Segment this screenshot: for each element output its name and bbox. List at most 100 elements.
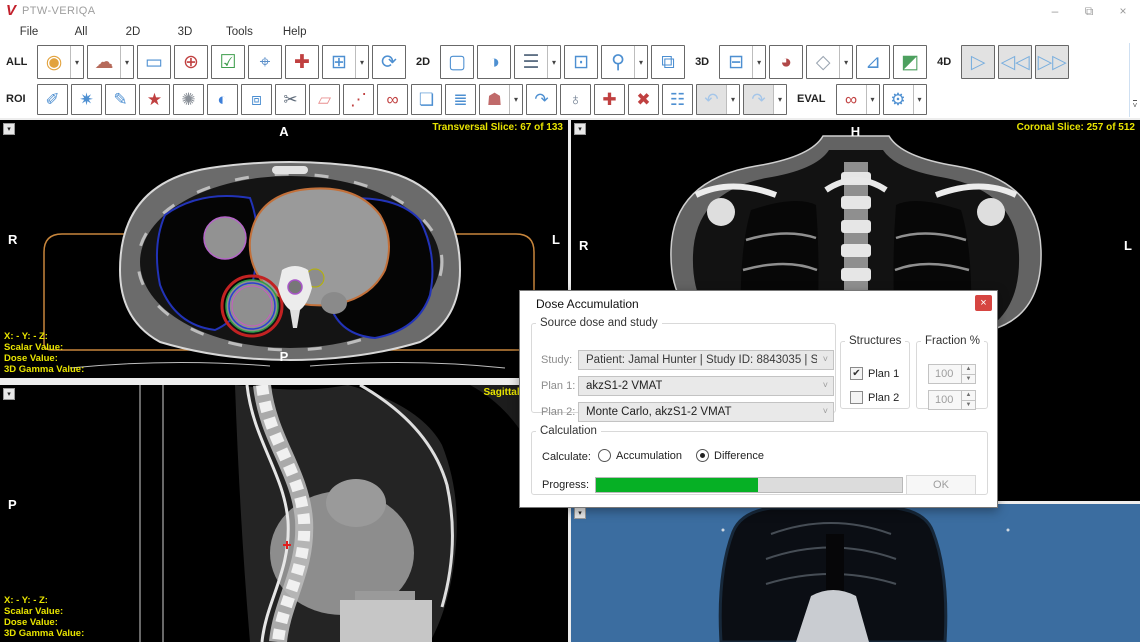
margin-expand-button[interactable]: ⧈ — [241, 84, 272, 115]
checkbox-icon[interactable]: ✔ — [850, 367, 863, 380]
dialog-title-bar[interactable]: Dose Accumulation × — [520, 291, 997, 315]
menu-help[interactable]: Help — [283, 26, 307, 38]
spin-up-icon[interactable]: ▲ — [962, 365, 975, 375]
machine-qa-button[interactable]: ⊕ — [174, 45, 208, 79]
radio-accumulation[interactable]: Accumulation — [598, 449, 682, 462]
chevron-down-icon[interactable]: ▾ — [547, 46, 560, 78]
calculate-label: Calculate: — [542, 451, 591, 463]
eval-settings-button[interactable]: ⚙▾ — [883, 84, 927, 115]
ok-button[interactable]: OK — [906, 475, 976, 495]
copy-contour-button[interactable]: ❏ — [411, 84, 442, 115]
chevron-down-icon[interactable]: ▾ — [752, 46, 765, 78]
compare-view-button[interactable]: ⊡ — [564, 45, 598, 79]
radio-icon[interactable] — [598, 449, 611, 462]
auto-segment-button[interactable]: ☗▾ — [479, 84, 523, 115]
zoom-magnifier-button[interactable]: ⚲▾ — [601, 45, 648, 79]
restore-icon[interactable]: ⧉ — [1072, 0, 1106, 22]
pixel-info-block: X: - Y: - Z:Scalar Value:Dose Value:3D G… — [4, 595, 84, 639]
chain-link-button[interactable]: ∞ — [377, 84, 408, 115]
chevron-down-icon[interactable]: ▾ — [509, 85, 522, 114]
step-forward-4d-button[interactable]: ▷▷ — [1035, 45, 1069, 79]
redo-button[interactable]: ↷▾ — [743, 84, 787, 115]
cut-contour-button[interactable]: ✂ — [275, 84, 306, 115]
interpolate-slices-button[interactable]: ≣ — [445, 84, 476, 115]
smart-brush-button[interactable]: ✷ — [71, 84, 102, 115]
study-value: Patient: Jamal Hunter | Study ID: 884303… — [586, 354, 817, 366]
delete-structure-button[interactable]: ✖ — [628, 84, 659, 115]
eraser-button[interactable]: ▱ — [309, 84, 340, 115]
polyline-nodes-button[interactable]: ⋰ — [343, 84, 374, 115]
play-4d-button[interactable]: ▷ — [961, 45, 995, 79]
chevron-down-icon[interactable]: ▾ — [634, 46, 647, 78]
layout-grid-button[interactable]: ⊞▾ — [322, 45, 369, 79]
ruler-button[interactable]: ▭ — [137, 45, 171, 79]
report-pages-button[interactable]: ⧉ — [651, 45, 685, 79]
add-marker-button[interactable]: ✚ — [285, 45, 319, 79]
interpolate-slices-icon: ≣ — [446, 85, 475, 114]
structures-plan2-checkbox-row[interactable]: ✔ Plan 2 — [850, 391, 899, 404]
crop-rect-button[interactable]: ▢ — [440, 45, 474, 79]
chevron-down-icon[interactable]: ▾ — [773, 85, 786, 114]
viewport-menu-button[interactable]: ▾ — [574, 507, 586, 519]
chevron-down-icon[interactable]: ▾ — [866, 85, 879, 114]
spin-down-icon[interactable]: ▼ — [962, 401, 975, 410]
menu-3d[interactable]: 3D — [174, 26, 196, 38]
radio-icon[interactable] — [696, 449, 709, 462]
seed-region-button[interactable]: ★ — [139, 84, 170, 115]
reset-rotation-button[interactable]: ⟳ — [372, 45, 406, 79]
plan1-combobox[interactable]: akzS1-2 VMAT ˅ — [578, 376, 834, 396]
view-3d-room-button[interactable]: ⊟▾ — [719, 45, 766, 79]
chevron-down-icon[interactable]: ▾ — [120, 46, 133, 78]
spin-down-icon[interactable]: ▼ — [962, 375, 975, 384]
structures-plan1-checkbox-row[interactable]: ✔ Plan 1 — [850, 367, 899, 380]
boolean-combine-button[interactable]: ◐ — [207, 84, 238, 115]
step-back-4d-button[interactable]: ◁◁ — [998, 45, 1032, 79]
chevron-down-icon[interactable]: ▾ — [726, 85, 739, 114]
minimize-icon[interactable]: – — [1038, 0, 1072, 22]
close-icon[interactable]: × — [1106, 0, 1140, 22]
axes-panel-3d-button[interactable]: ⊿ — [856, 45, 890, 79]
menu-file[interactable]: File — [18, 26, 40, 38]
study-combobox[interactable]: Patient: Jamal Hunter | Study ID: 884303… — [578, 350, 834, 370]
qa-checklist-button[interactable]: ☑ — [211, 45, 245, 79]
add-marker-icon: ✚ — [286, 46, 318, 78]
spinner-buttons[interactable]: ▲▼ — [961, 365, 975, 383]
room-lasers-button[interactable]: ⌖ — [248, 45, 282, 79]
viewport-3d-volume[interactable]: ▾ — [571, 504, 1140, 642]
radio-difference[interactable]: Difference — [696, 449, 764, 462]
menu-tools[interactable]: Tools — [226, 26, 253, 38]
menu-all[interactable]: All — [70, 26, 92, 38]
plan2-combobox[interactable]: Monte Carlo, akzS1-2 VMAT ˅ — [578, 402, 834, 422]
chevron-down-icon[interactable]: ▾ — [355, 46, 368, 78]
brain-overlay-button[interactable]: ☁▾ — [87, 45, 134, 79]
viewport-sagittal[interactable]: ▾ Sagittal Slice: 25 P X: - Y: - Z:Scala… — [0, 385, 568, 642]
planes-3d-button[interactable]: ◩ — [893, 45, 927, 79]
viewport-transversal[interactable]: ▾ Transversal Slice: 67 of 133 A R L P X… — [0, 120, 568, 378]
close-icon[interactable]: × — [975, 295, 992, 311]
add-structure-button[interactable]: ✚ — [594, 84, 625, 115]
dose-surface-3d-button[interactable]: ◕ — [769, 45, 803, 79]
checkbox-icon[interactable]: ✔ — [850, 391, 863, 404]
grow-sphere-button[interactable]: ✺ — [173, 84, 204, 115]
chevron-down-icon[interactable]: ▾ — [70, 46, 83, 78]
propagate-contour-button[interactable]: ↷ — [526, 84, 557, 115]
dose-target-button[interactable]: ◉▾ — [37, 45, 84, 79]
spinner-buttons[interactable]: ▲▼ — [961, 391, 975, 409]
chevron-down-icon[interactable]: ▾ — [839, 46, 852, 78]
spin-up-icon[interactable]: ▲ — [962, 391, 975, 401]
fraction-plan2-spinner[interactable]: 100 ▲▼ — [928, 390, 976, 410]
window-level-button[interactable]: ◑ — [477, 45, 511, 79]
brush-button[interactable]: ✐ — [37, 84, 68, 115]
undo-button[interactable]: ↶▾ — [696, 84, 740, 115]
fraction-plan1-spinner[interactable]: 100 ▲▼ — [928, 364, 976, 384]
rotate-body-button[interactable]: ♁ — [560, 84, 591, 115]
plan-link-eval-button[interactable]: ∞▾ — [836, 84, 880, 115]
cube-rotate-3d-button[interactable]: ◇▾ — [806, 45, 853, 79]
wl-presets-button[interactable]: ☰▾ — [514, 45, 561, 79]
chevron-down-icon[interactable]: ▾ — [913, 85, 926, 114]
viewport-menu-button[interactable]: ▾ — [3, 388, 15, 400]
structure-list-button[interactable]: ☷ — [662, 84, 693, 115]
menu-2d[interactable]: 2D — [122, 26, 144, 38]
toolbar-overflow-button[interactable]: ˅ — [1129, 43, 1140, 117]
pen-button[interactable]: ✎ — [105, 84, 136, 115]
